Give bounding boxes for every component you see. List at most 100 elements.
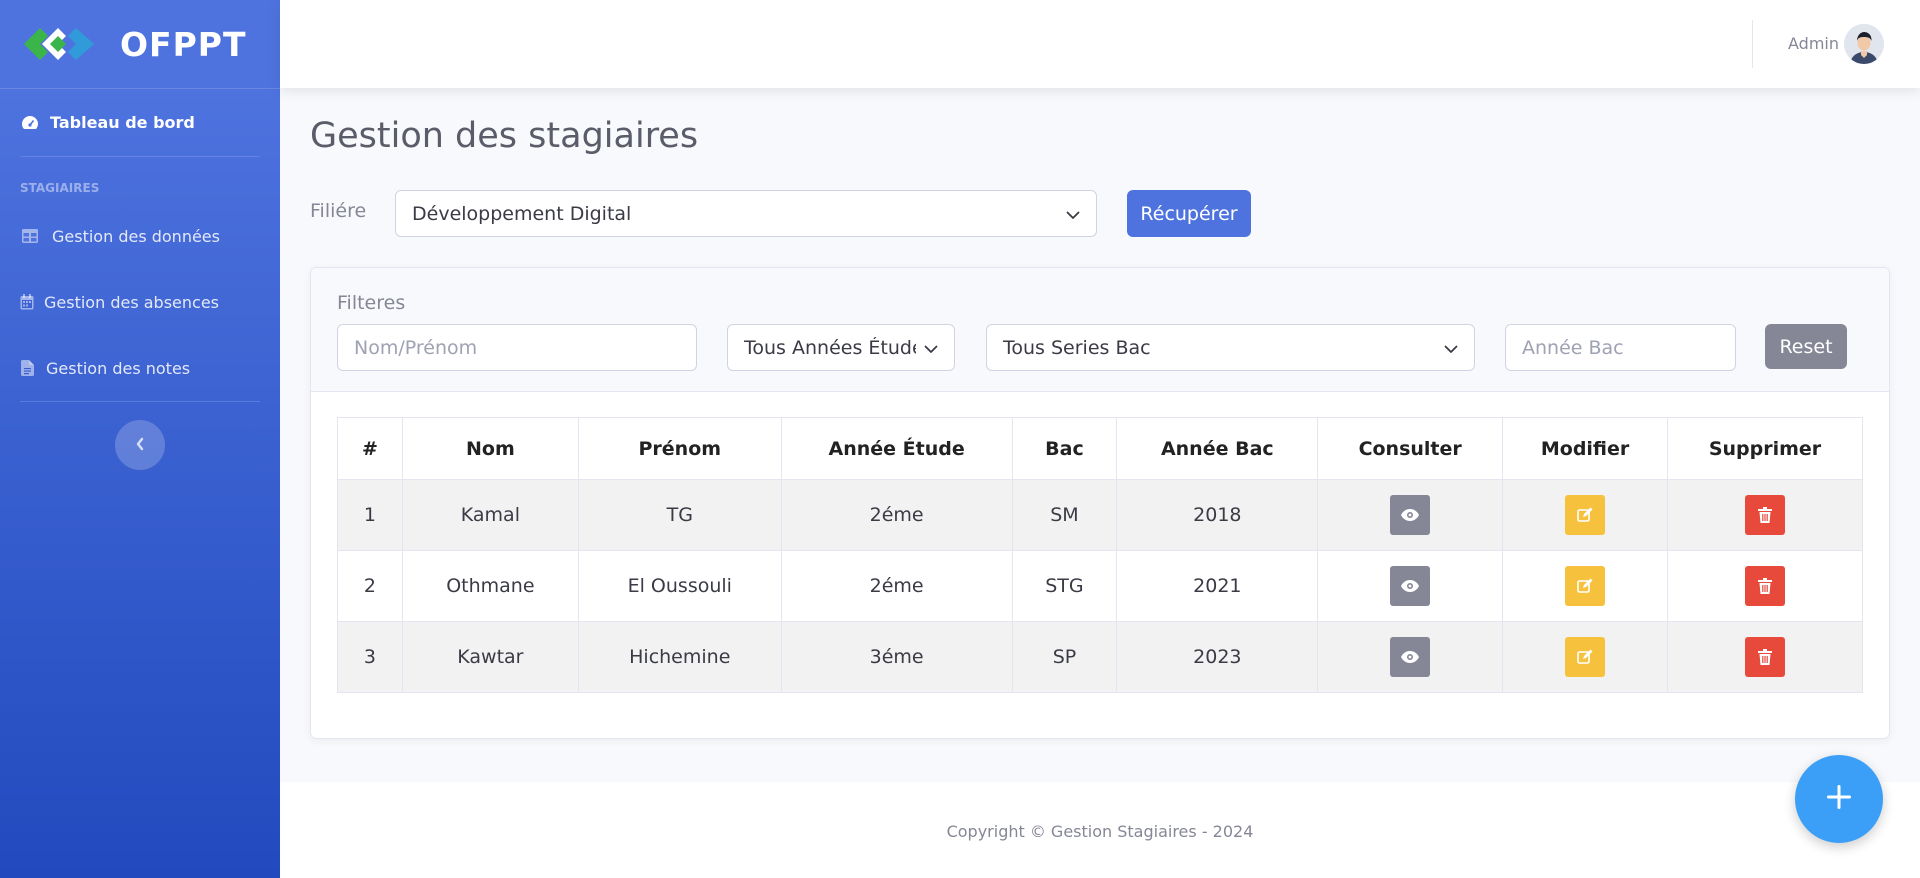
sidebar-item-dashboard[interactable]: Tableau de bord — [0, 88, 280, 156]
filiere-label: Filiére — [310, 200, 367, 222]
trash-icon — [1758, 649, 1773, 665]
sidebar-brand[interactable]: OFPPT — [0, 0, 280, 88]
cell-modifier — [1502, 621, 1669, 693]
table-icon — [20, 226, 40, 246]
cell-modifier — [1502, 550, 1669, 622]
cell-bac: SM — [1011, 479, 1118, 551]
tachometer-icon — [20, 113, 40, 133]
table-row: 2 Othmane El Oussouli 2éme STG 2021 — [337, 550, 1863, 622]
cell-prenom: El Oussouli — [577, 550, 782, 622]
cell-nom: Othmane — [401, 550, 579, 622]
sidebar-item-label: Gestion des absences — [44, 292, 219, 312]
series-bac-select-value: Tous Series Bac — [1003, 336, 1151, 359]
cell-supprimer — [1667, 621, 1863, 693]
sidebar-heading: STAGIAIRES — [20, 181, 100, 195]
delete-button[interactable] — [1745, 566, 1786, 606]
cell-modifier — [1502, 479, 1669, 551]
cell-prenom: Hichemine — [577, 621, 782, 693]
cell-supprimer — [1667, 550, 1863, 622]
cell-supprimer — [1667, 479, 1863, 551]
plus-icon — [1824, 782, 1854, 816]
cell-annee-bac: 2023 — [1116, 621, 1319, 693]
cell-nom: Kawtar — [401, 621, 579, 693]
topbar-divider — [1752, 20, 1753, 68]
filiere-select[interactable]: Développement Digital — [395, 190, 1097, 237]
column-header-modifier: Modifier — [1502, 417, 1669, 480]
delete-button[interactable] — [1745, 495, 1786, 535]
sidebar-item-label: Tableau de bord — [50, 113, 195, 132]
cell-consulter — [1317, 479, 1504, 551]
add-stagiaire-button[interactable] — [1795, 755, 1883, 843]
user-name[interactable]: Admin — [1788, 34, 1839, 53]
sidebar-toggle-button[interactable] — [115, 420, 165, 470]
cell-annee-etude: 2éme — [780, 479, 1013, 551]
column-header-consulter: Consulter — [1317, 417, 1504, 480]
cell-annee-etude: 2éme — [780, 550, 1013, 622]
sidebar-item-gestion-notes[interactable]: Gestion des notes — [0, 335, 280, 401]
delete-button[interactable] — [1745, 637, 1786, 677]
column-header-number: # — [337, 417, 403, 480]
cell-bac: SP — [1011, 621, 1118, 693]
cell-consulter — [1317, 621, 1504, 693]
eye-icon — [1401, 651, 1420, 663]
sidebar: OFPPT Tableau de bord STAGIAIRES Gestion… — [0, 0, 280, 878]
column-header-annee-bac: Année Bac — [1116, 417, 1319, 480]
brand-name: OFPPT — [120, 24, 247, 64]
calendar-icon — [20, 292, 34, 312]
table-row: 3 Kawtar Hichemine 3éme SP 2023 — [337, 621, 1863, 693]
edit-button[interactable] — [1565, 637, 1606, 677]
name-search-input[interactable]: Nom/Prénom — [337, 324, 697, 371]
avatar[interactable] — [1844, 24, 1884, 64]
table-header-row: # Nom Prénom Année Étude Bac Année Bac C… — [337, 417, 1863, 480]
eye-icon — [1401, 580, 1420, 592]
chevron-down-icon — [1066, 203, 1080, 225]
view-button[interactable] — [1390, 495, 1431, 535]
filiere-select-value: Développement Digital — [412, 202, 632, 225]
view-button[interactable] — [1390, 566, 1431, 606]
footer-copyright: Copyright © Gestion Stagiaires - 2024 — [946, 822, 1254, 841]
chevron-down-icon — [924, 337, 938, 359]
reset-button[interactable]: Reset — [1765, 324, 1847, 369]
topbar: Admin — [280, 0, 1920, 88]
annee-etude-select-value: Tous Années Étude — [744, 336, 916, 359]
stagiaires-card: Filteres Nom/Prénom Tous Années Étude To… — [310, 267, 1890, 739]
annee-bac-input[interactable]: Année Bac — [1505, 324, 1736, 371]
filters-panel: Filteres Nom/Prénom Tous Années Étude To… — [311, 268, 1889, 392]
sidebar-item-gestion-donnees[interactable]: Gestion des données — [0, 203, 280, 269]
edit-icon — [1577, 507, 1593, 522]
annee-etude-select[interactable]: Tous Années Étude — [727, 324, 955, 371]
edit-button[interactable] — [1565, 566, 1606, 606]
cell-annee-bac: 2021 — [1116, 550, 1319, 622]
cell-bac: STG — [1011, 550, 1118, 622]
trash-icon — [1758, 578, 1773, 594]
column-header-bac: Bac — [1011, 417, 1118, 480]
filters-label: Filteres — [337, 292, 406, 314]
cell-consulter — [1317, 550, 1504, 622]
column-header-prenom: Prénom — [577, 417, 782, 480]
sidebar-item-label: Gestion des données — [52, 226, 220, 246]
trash-icon — [1758, 507, 1773, 523]
ofppt-logo-icon — [20, 21, 98, 67]
file-icon — [20, 358, 34, 378]
column-header-annee-etude: Année Étude — [780, 417, 1013, 480]
chevron-down-icon — [1444, 337, 1458, 359]
cell-number: 2 — [337, 550, 403, 622]
name-search-placeholder: Nom/Prénom — [354, 336, 478, 359]
column-header-nom: Nom — [401, 417, 579, 480]
annee-bac-placeholder: Année Bac — [1522, 336, 1624, 359]
cell-annee-bac: 2018 — [1116, 479, 1319, 551]
edit-icon — [1577, 649, 1593, 664]
cell-prenom: TG — [577, 479, 782, 551]
fetch-button[interactable]: Récupérer — [1127, 190, 1251, 237]
view-button[interactable] — [1390, 637, 1431, 677]
sidebar-item-gestion-absences[interactable]: Gestion des absences — [0, 269, 280, 335]
chevron-left-icon — [135, 436, 145, 455]
table-row: 1 Kamal TG 2éme SM 2018 — [337, 479, 1863, 551]
cell-nom: Kamal — [401, 479, 579, 551]
cell-number: 1 — [337, 479, 403, 551]
edit-icon — [1577, 578, 1593, 593]
series-bac-select[interactable]: Tous Series Bac — [986, 324, 1475, 371]
cell-number: 3 — [337, 621, 403, 693]
eye-icon — [1401, 509, 1420, 521]
edit-button[interactable] — [1565, 495, 1606, 535]
